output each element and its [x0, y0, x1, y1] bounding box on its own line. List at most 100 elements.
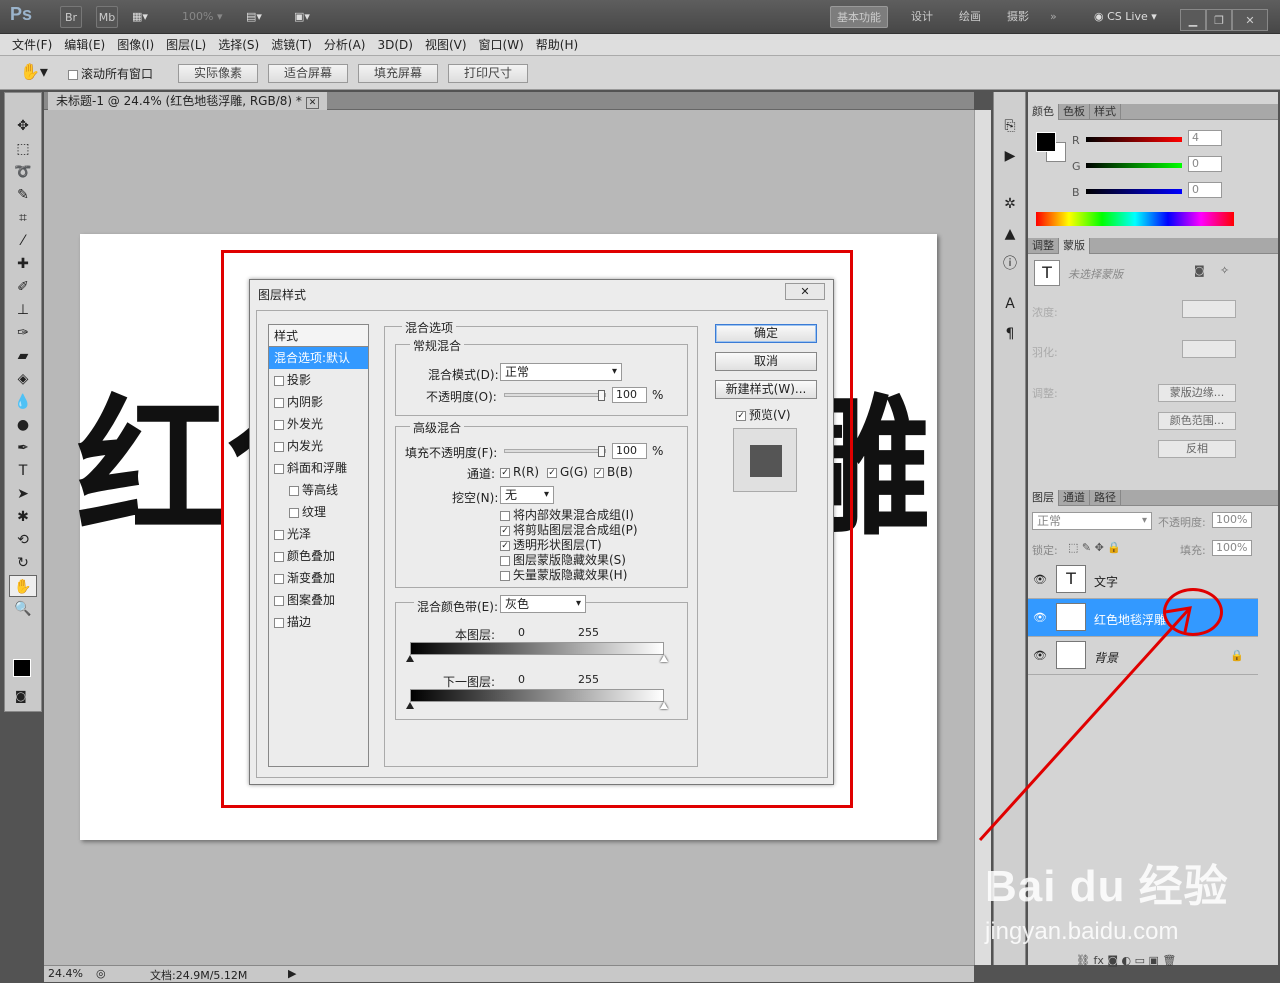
document-tab[interactable]: 未标题-1 @ 24.4% (红色地毯浮雕, RGB/8) * ✕	[48, 92, 328, 110]
menu-analysis[interactable]: 分析(A)	[318, 34, 372, 56]
shape-tool-icon[interactable]: ✱	[9, 506, 37, 528]
menu-image[interactable]: 图像(I)	[111, 34, 160, 56]
fill-screen-button[interactable]: 填充屏幕	[358, 64, 438, 83]
mini-bridge-icon[interactable]: Mb	[96, 6, 118, 28]
minimize-icon[interactable]: ▁	[1180, 9, 1206, 31]
actual-pixels-button[interactable]: 实际像素	[178, 64, 258, 83]
history-panel-icon[interactable]: ⎘	[998, 114, 1022, 138]
r-value[interactable]: 4	[1188, 130, 1222, 146]
b-value[interactable]: 0	[1188, 182, 1222, 198]
close-icon[interactable]: ✕	[1232, 9, 1268, 31]
3d-panel-icon[interactable]: ✲	[998, 192, 1022, 216]
print-size-button[interactable]: 打印尺寸	[448, 64, 528, 83]
tab-styles[interactable]: 样式	[1090, 104, 1121, 120]
menu-select[interactable]: 选择(S)	[212, 34, 265, 56]
quick-select-tool-icon[interactable]: ✎	[9, 184, 37, 206]
zoom-level-dropdown[interactable]: 100% ▾	[182, 6, 222, 28]
history-brush-tool-icon[interactable]: ✑	[9, 322, 37, 344]
layer-blend-mode-select[interactable]: 正常	[1032, 512, 1152, 530]
invert-button[interactable]: 反相	[1158, 440, 1236, 458]
r-slider[interactable]	[1086, 137, 1182, 142]
path-select-tool-icon[interactable]: ➤	[9, 483, 37, 505]
crop-tool-icon[interactable]: ⌗	[9, 207, 37, 229]
type-tool-icon[interactable]: T	[9, 460, 37, 482]
document-tabs: 未标题-1 @ 24.4% (红色地毯浮雕, RGB/8) * ✕	[44, 92, 974, 110]
mask-edge-button[interactable]: 蒙版边缘...	[1158, 384, 1236, 402]
quick-mask-icon[interactable]: ◙	[15, 689, 27, 703]
pixel-mask-icon[interactable]: ◙	[1194, 264, 1205, 277]
color-fg-swatch[interactable]	[1036, 132, 1056, 152]
marquee-tool-icon[interactable]: ⬚	[9, 138, 37, 160]
restore-icon[interactable]: ❐	[1206, 9, 1232, 31]
tab-adjustments[interactable]: 调整	[1028, 238, 1059, 254]
layer-fill-input[interactable]: 100%	[1212, 540, 1252, 556]
b-slider[interactable]	[1086, 189, 1182, 194]
scroll-all-windows-checkbox[interactable]: 滚动所有窗口	[68, 65, 153, 82]
eraser-tool-icon[interactable]: ▰	[9, 345, 37, 367]
3d-orbit-tool-icon[interactable]: ↻	[9, 552, 37, 574]
lasso-tool-icon[interactable]: ➰	[9, 161, 37, 183]
brush-tool-icon[interactable]: ✐	[9, 276, 37, 298]
arrange-documents-icon[interactable]: ▤▾	[246, 6, 262, 28]
hand-tool-icon[interactable]: ✋	[9, 575, 37, 597]
tab-layers[interactable]: 图层	[1028, 490, 1059, 506]
3d-rotate-tool-icon[interactable]: ⟲	[9, 529, 37, 551]
screen-mode-icon[interactable]: ▣▾	[294, 6, 310, 28]
move-tool-icon[interactable]: ✥	[9, 115, 37, 137]
workspace-photography[interactable]: 摄影	[1001, 6, 1035, 28]
menu-view[interactable]: 视图(V)	[419, 34, 473, 56]
status-zoom[interactable]: 24.4%	[48, 967, 83, 980]
color-spectrum-ramp[interactable]	[1036, 212, 1234, 226]
more-workspaces-icon[interactable]: »	[1050, 6, 1057, 28]
workspace-essentials[interactable]: 基本功能	[830, 6, 888, 28]
navigator-panel-icon[interactable]: ▲	[998, 222, 1022, 246]
hand-tool-icon[interactable]: ✋▾	[20, 62, 48, 81]
lock-icons[interactable]: ⬚ ✎ ✥ 🔒	[1068, 541, 1121, 554]
menu-edit[interactable]: 编辑(E)	[58, 34, 111, 56]
info-panel-icon[interactable]: ⓘ	[998, 252, 1022, 276]
g-slider[interactable]	[1086, 163, 1182, 168]
bridge-icon[interactable]: Br	[60, 6, 82, 28]
menu-file[interactable]: 文件(F)	[6, 34, 58, 56]
tab-color[interactable]: 颜色	[1028, 104, 1059, 120]
menu-bar: 文件(F) 编辑(E) 图像(I) 图层(L) 选择(S) 滤镜(T) 分析(A) 3D(D)…	[0, 34, 1280, 56]
menu-window[interactable]: 窗口(W)	[473, 34, 530, 56]
cs-live-button[interactable]: ◉ CS Live ▾	[1094, 6, 1157, 28]
paint-bucket-tool-icon[interactable]: ◈	[9, 368, 37, 390]
paragraph-panel-icon[interactable]: ¶	[998, 322, 1022, 346]
dodge-tool-icon[interactable]: ●	[9, 414, 37, 436]
menu-3d[interactable]: 3D(D)	[371, 34, 418, 56]
workspace-design[interactable]: 设计	[905, 6, 939, 28]
eyedropper-tool-icon[interactable]: ⁄	[9, 230, 37, 252]
foreground-color-swatch[interactable]	[13, 659, 31, 677]
tab-paths[interactable]: 路径	[1090, 490, 1121, 506]
tab-masks[interactable]: 蒙版	[1059, 238, 1090, 254]
pen-tool-icon[interactable]: ✒	[9, 437, 37, 459]
close-tab-icon[interactable]: ✕	[305, 97, 320, 109]
actions-panel-icon[interactable]: ▶	[998, 144, 1022, 168]
layer-row[interactable]: 👁 T 文字	[1028, 561, 1258, 599]
color-range-button[interactable]: 颜色范围...	[1158, 412, 1236, 430]
clone-stamp-tool-icon[interactable]: ⊥	[9, 299, 37, 321]
fit-screen-button[interactable]: 适合屏幕	[268, 64, 348, 83]
workspace-painting[interactable]: 绘画	[953, 6, 987, 28]
status-menu-arrow[interactable]: ▶	[288, 967, 296, 980]
feather-input[interactable]	[1182, 340, 1236, 358]
view-extras-icon[interactable]: ▦▾	[132, 6, 148, 28]
adjustments-panel-tabs: 调整 蒙版	[1028, 238, 1278, 254]
tab-swatches[interactable]: 色板	[1059, 104, 1090, 120]
density-input[interactable]	[1182, 300, 1236, 318]
vector-mask-icon[interactable]: ✧	[1220, 264, 1229, 277]
menu-help[interactable]: 帮助(H)	[530, 34, 584, 56]
g-value[interactable]: 0	[1188, 156, 1222, 172]
healing-brush-tool-icon[interactable]: ✚	[9, 253, 37, 275]
blur-tool-icon[interactable]: 💧	[9, 391, 37, 413]
character-panel-icon[interactable]: A	[998, 292, 1022, 316]
annotation-red-frame	[221, 250, 853, 808]
tab-channels[interactable]: 通道	[1059, 490, 1090, 506]
zoom-tool-icon[interactable]: 🔍	[9, 598, 37, 620]
menu-filter[interactable]: 滤镜(T)	[265, 34, 318, 56]
menu-layer[interactable]: 图层(L)	[160, 34, 212, 56]
visibility-eye-icon[interactable]: 👁	[1033, 573, 1047, 586]
layer-opacity-input[interactable]: 100%	[1212, 512, 1252, 528]
